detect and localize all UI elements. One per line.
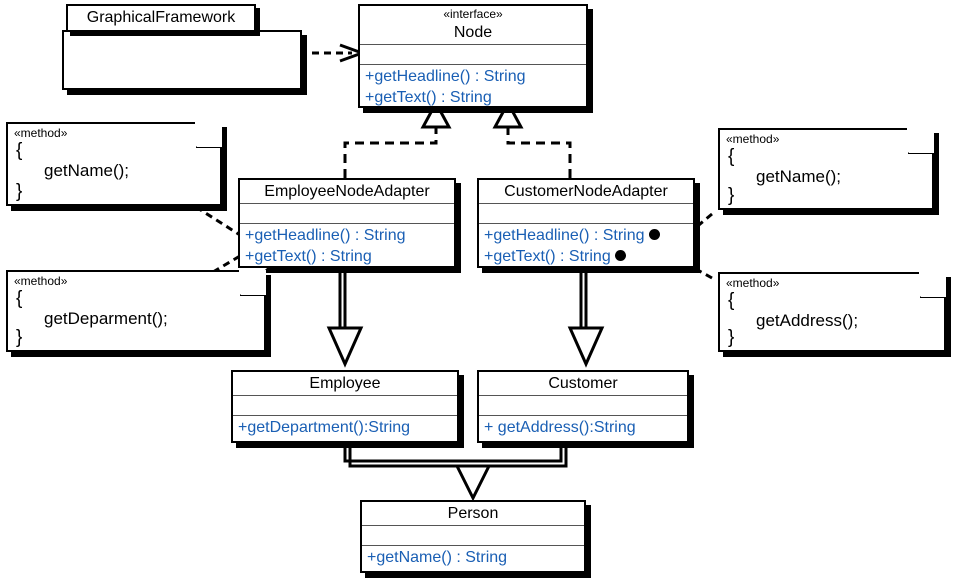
class-customernodeadapter-attributes (479, 204, 693, 224)
operation-row: +getText() : String (365, 89, 492, 106)
class-employeenodeadapter-operations: +getHeadline() : String +getText() : Str… (240, 224, 454, 268)
operation-row: +getText() : String (484, 246, 688, 267)
edge-employee-customer-extend-person (343, 443, 568, 502)
note-open-brace: { (728, 146, 735, 167)
class-employee[interactable]: Employee +getDepartment():String (231, 370, 459, 443)
note-anchor-dot-icon (614, 250, 626, 262)
edge-customer-extends-customernodeadapter (567, 268, 605, 368)
note-right-top-getname[interactable]: «method» { getName(); } (718, 126, 935, 210)
edge-employeenodeadapter-realizes-node (343, 99, 452, 178)
note-fold-corner-icon (919, 270, 947, 298)
note-open-brace: { (16, 288, 23, 309)
class-employeenodeadapter-attributes (240, 204, 454, 224)
package-graphicalframework-body (62, 30, 302, 90)
class-person-name: Person (447, 505, 499, 522)
note-stereotype: «method» (14, 274, 68, 288)
class-customernodeadapter-header: CustomerNodeAdapter (479, 180, 693, 204)
class-employee-name: Employee (309, 375, 381, 392)
edge-customernodeadapter-realizes-node (492, 99, 572, 178)
class-person[interactable]: Person +getName() : String (360, 500, 586, 573)
operation-row: + getAddress():String (484, 419, 636, 436)
note-stereotype: «method» (726, 276, 780, 290)
note-left-top-getname[interactable]: «method» { getName(); } (6, 120, 223, 206)
note-fold-corner-icon (239, 268, 267, 296)
operation-text: +getText() : String (484, 248, 611, 265)
note-body-text: getAddress(); (756, 311, 859, 330)
class-node-header: «interface» Node (360, 6, 586, 45)
edge-employee-extends-employeenodeadapter (326, 268, 364, 368)
operation-row: +getHeadline() : String (245, 227, 406, 244)
note-fold-corner-icon (195, 120, 223, 148)
class-employee-header: Employee (233, 372, 457, 396)
package-graphicalframework-label: GraphicalFramework (86, 9, 236, 26)
package-graphicalframework-tab: GraphicalFramework (66, 4, 256, 32)
class-node-name: Node (453, 24, 493, 41)
class-employeenodeadapter-name: EmployeeNodeAdapter (264, 183, 430, 200)
note-close-brace: } (728, 327, 735, 348)
note-fold-corner-icon (907, 126, 935, 154)
class-employee-operations: +getDepartment():String (233, 416, 457, 439)
class-employeenodeadapter[interactable]: EmployeeNodeAdapter +getHeadline() : Str… (238, 178, 456, 268)
class-employee-attributes (233, 396, 457, 416)
note-right-bottom-getaddress[interactable]: «method» { getAddress(); } (718, 270, 947, 352)
class-person-operations: +getName() : String (362, 546, 584, 569)
operation-row: +getHeadline() : String (365, 68, 526, 85)
operation-row: +getText() : String (245, 248, 372, 265)
note-open-brace: { (728, 290, 735, 311)
class-customer-name: Customer (548, 375, 618, 392)
class-customernodeadapter-operations: +getHeadline() : String +getText() : Str… (479, 224, 693, 268)
class-node-stereotype: «interface» (443, 7, 503, 21)
note-stereotype: «method» (14, 126, 68, 140)
operation-row: +getDepartment():String (238, 419, 411, 436)
class-customer[interactable]: Customer + getAddress():String (477, 370, 689, 443)
note-stereotype: «method» (726, 132, 780, 146)
note-open-brace: { (16, 140, 23, 161)
operation-text: +getHeadline() : String (484, 227, 645, 244)
class-node-operations: +getHeadline() : String +getText() : Str… (360, 65, 586, 109)
class-customernodeadapter[interactable]: CustomerNodeAdapter +getHeadline() : Str… (477, 178, 695, 268)
note-body-text: getName(); (44, 161, 130, 180)
note-close-brace: } (16, 327, 23, 348)
edge-note-lefttop-to-employeeadapter (195, 205, 241, 237)
class-customer-operations: + getAddress():String (479, 416, 687, 439)
class-customernodeadapter-name: CustomerNodeAdapter (504, 183, 668, 200)
class-person-header: Person (362, 502, 584, 526)
class-node[interactable]: «interface» Node +getHeadline() : String… (358, 4, 588, 108)
note-left-bottom-getdeparment[interactable]: «method» { getDeparment(); } (6, 268, 267, 352)
operation-row: +getName() : String (367, 549, 508, 566)
class-node-attributes (360, 45, 586, 65)
edge-graphicalframework-to-node (312, 43, 367, 63)
note-close-brace: } (16, 181, 23, 202)
note-body-text: getName(); (756, 167, 842, 186)
class-employeenodeadapter-header: EmployeeNodeAdapter (240, 180, 454, 204)
uml-class-diagram-canvas: Node : dependency (dashed, open arrow) -… (0, 0, 956, 581)
class-person-attributes (362, 526, 584, 546)
package-graphicalframework[interactable]: GraphicalFramework (62, 4, 310, 90)
note-anchor-dot-icon (648, 229, 660, 241)
note-close-brace: } (728, 185, 735, 206)
note-body-text: getDeparment(); (44, 309, 168, 328)
class-customer-attributes (479, 396, 687, 416)
class-customer-header: Customer (479, 372, 687, 396)
operation-row: +getHeadline() : String (484, 225, 688, 246)
